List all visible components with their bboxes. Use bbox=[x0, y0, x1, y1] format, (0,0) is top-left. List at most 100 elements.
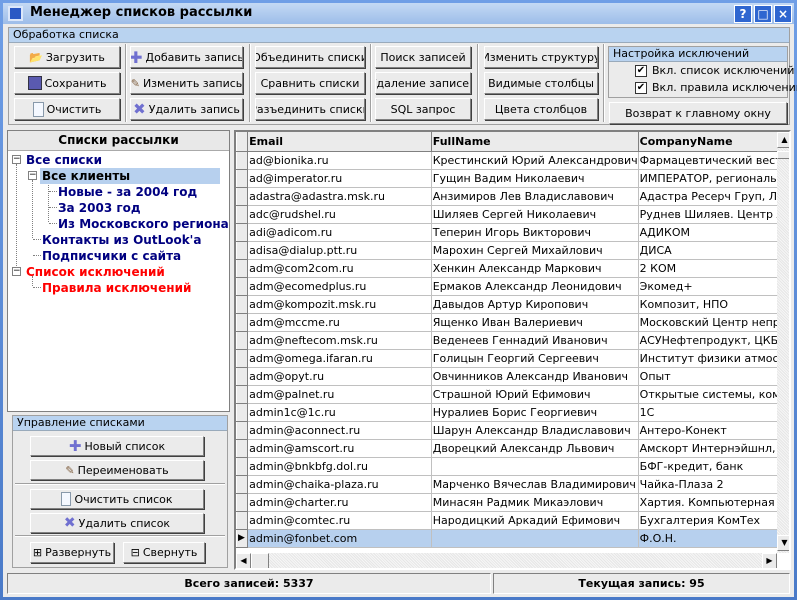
row-indicator[interactable] bbox=[236, 294, 249, 314]
tree-node-exclusion-list[interactable]: Список исключений bbox=[24, 264, 167, 280]
email-cell[interactable]: adm@com2com.ru bbox=[247, 259, 432, 278]
email-cell[interactable]: admin@fonbet.com bbox=[247, 529, 432, 548]
fullname-cell[interactable]: Теперин Игорь Викторович bbox=[431, 223, 639, 242]
email-cell[interactable]: adm@neftecom.msk.ru bbox=[247, 331, 432, 350]
row-indicator[interactable] bbox=[236, 258, 249, 278]
expand-button[interactable]: ⊞ Развернуть bbox=[30, 542, 114, 563]
companyname-cell[interactable]: Открытые системы, ком bbox=[638, 385, 789, 404]
row-indicator[interactable] bbox=[236, 492, 249, 512]
companyname-cell[interactable]: Антеро-Конект bbox=[638, 421, 789, 440]
table-row[interactable]: adm@kompozit.msk.ru Давыдов Артур Киропов… bbox=[236, 294, 789, 314]
companyname-cell[interactable]: Амскорт Интернэйшнл, О bbox=[638, 439, 789, 458]
email-cell[interactable]: ad@imperator.ru bbox=[247, 169, 432, 188]
fullname-cell[interactable] bbox=[431, 529, 639, 548]
row-indicator[interactable] bbox=[236, 186, 249, 206]
table-row[interactable]: admin@comtec.ru Народицкий Аркадий Ефимов… bbox=[236, 510, 789, 530]
collapse-button[interactable]: ⊟ Свернуть bbox=[123, 542, 205, 563]
row-indicator[interactable] bbox=[236, 474, 249, 494]
fullname-cell[interactable] bbox=[431, 457, 639, 476]
fullname-cell[interactable]: Шиляев Сергей Николаевич bbox=[431, 205, 639, 224]
tree-node-outlook-contacts[interactable]: Контакты из OutLook'a bbox=[40, 232, 203, 248]
scroll-up-button[interactable]: ▲ bbox=[777, 132, 789, 148]
split-lists-button[interactable]: Разъединить списки bbox=[255, 98, 365, 120]
table-row[interactable]: admin@aconnect.ru Шарун Александр Владисл… bbox=[236, 420, 789, 440]
row-indicator[interactable]: ▶ bbox=[236, 528, 249, 548]
fullname-cell[interactable]: Шарун Александр Владиславович bbox=[431, 421, 639, 440]
mailing-lists-tree[interactable]: Списки рассылки − − − Все списки Все кли… bbox=[7, 130, 230, 412]
tree-node-2003[interactable]: За 2003 год bbox=[56, 200, 143, 216]
email-cell[interactable]: admin@comtec.ru bbox=[247, 511, 432, 530]
fullname-cell[interactable]: Ященко Иван Валериевич bbox=[431, 313, 639, 332]
row-indicator[interactable] bbox=[236, 420, 249, 440]
table-row[interactable]: ad@imperator.ru Гущин Вадим Николаевич ИМП… bbox=[236, 168, 789, 188]
row-indicator[interactable] bbox=[236, 402, 249, 422]
tree-node-new-2004[interactable]: Новые - за 2004 год bbox=[56, 184, 199, 200]
companyname-cell[interactable]: ДИСА bbox=[638, 241, 789, 260]
email-cell[interactable]: ad@bionika.ru bbox=[247, 151, 432, 170]
fullname-cell[interactable]: Народицкий Аркадий Ефимович bbox=[431, 511, 639, 530]
fullname-cell[interactable]: Голицын Георгий Сергеевич bbox=[431, 349, 639, 368]
fullname-cell[interactable]: Крестинский Юрий Александрович bbox=[431, 151, 639, 170]
tree-node-all-lists[interactable]: Все списки bbox=[24, 152, 104, 168]
table-row[interactable]: adc@rudshel.ru Шиляев Сергей Николаевич Ру… bbox=[236, 204, 789, 224]
companyname-cell[interactable]: Опыт bbox=[638, 367, 789, 386]
companyname-cell[interactable]: Экомед+ bbox=[638, 277, 789, 296]
companyname-cell[interactable]: Московский Центр непр bbox=[638, 313, 789, 332]
row-indicator[interactable] bbox=[236, 150, 249, 170]
email-cell[interactable]: admin@amscort.ru bbox=[247, 439, 432, 458]
delete-list-button[interactable]: ✖ Удалить список bbox=[30, 513, 204, 533]
email-cell[interactable]: adm@kompozit.msk.ru bbox=[247, 295, 432, 314]
row-indicator[interactable] bbox=[236, 456, 249, 476]
email-cell[interactable]: adm@mccme.ru bbox=[247, 313, 432, 332]
companyname-cell[interactable]: Институт физики атмосф bbox=[638, 349, 789, 368]
scroll-down-button[interactable]: ▼ bbox=[777, 535, 789, 551]
maximize-button[interactable]: □ bbox=[754, 5, 772, 23]
tree-node-moscow-region[interactable]: Из Московского региона bbox=[56, 216, 231, 232]
collapse-toggle-icon[interactable]: − bbox=[12, 267, 21, 276]
table-row[interactable]: adm@mccme.ru Ященко Иван Валериевич Москов… bbox=[236, 312, 789, 332]
email-cell[interactable]: admin@chaika-plaza.ru bbox=[247, 475, 432, 494]
column-header-email[interactable]: Email bbox=[247, 132, 432, 152]
fullname-cell[interactable]: Овчинников Александр Иванович bbox=[431, 367, 639, 386]
email-cell[interactable]: adc@rudshel.ru bbox=[247, 205, 432, 224]
fullname-cell[interactable]: Веденеев Геннадий Иванович bbox=[431, 331, 639, 350]
companyname-cell[interactable]: 1С bbox=[638, 403, 789, 422]
email-cell[interactable]: admin@charter.ru bbox=[247, 493, 432, 512]
search-records-button[interactable]: Поиск записей bbox=[375, 46, 471, 68]
vertical-scroll-thumb[interactable] bbox=[777, 151, 789, 159]
delete-record-button[interactable]: ✖ Удалить запись bbox=[130, 98, 243, 120]
vertical-scrollbar[interactable] bbox=[777, 132, 789, 553]
new-list-button[interactable]: ✚ Новый список bbox=[30, 436, 204, 456]
load-button[interactable]: 📂 Загрузить bbox=[14, 46, 120, 68]
column-header-companyname[interactable]: CompanyName bbox=[638, 132, 789, 152]
table-row[interactable]: adm@neftecom.msk.ru Веденеев Геннадий Ива… bbox=[236, 330, 789, 350]
delete-records-button[interactable]: Удаление записей bbox=[375, 72, 471, 94]
table-row[interactable]: adi@adicom.ru Теперин Игорь Викторович АДИ… bbox=[236, 222, 789, 242]
table-row[interactable]: adm@ecomedplus.ru Ермаков Александр Леони… bbox=[236, 276, 789, 296]
records-grid[interactable]: Email FullName CompanyName ad@bionika.ru… bbox=[234, 130, 791, 570]
compare-lists-button[interactable]: Сравнить списки bbox=[255, 72, 365, 94]
tree-node-all-clients[interactable]: Все клиенты bbox=[40, 168, 220, 184]
email-cell[interactable]: admin1c@1c.ru bbox=[247, 403, 432, 422]
fullname-cell[interactable]: Анзимиров Лев Владиславович bbox=[431, 187, 639, 206]
exclusion-list-checkbox[interactable]: ✔ Вкл. список исключений bbox=[635, 64, 794, 77]
row-indicator[interactable] bbox=[236, 312, 249, 332]
companyname-cell[interactable]: АСУНефтепродукт, ЦКБ bbox=[638, 331, 789, 350]
companyname-cell[interactable]: Адастра Ресерч Груп, ЛТ bbox=[638, 187, 789, 206]
fullname-cell[interactable]: Дворецкий Александр Львович bbox=[431, 439, 639, 458]
help-button[interactable]: ? bbox=[734, 5, 752, 23]
row-indicator[interactable] bbox=[236, 510, 249, 530]
row-indicator[interactable] bbox=[236, 366, 249, 386]
column-header-fullname[interactable]: FullName bbox=[431, 132, 639, 152]
email-cell[interactable]: adastra@adastra.msk.ru bbox=[247, 187, 432, 206]
row-indicator[interactable] bbox=[236, 276, 249, 296]
row-indicator[interactable] bbox=[236, 438, 249, 458]
table-row[interactable]: adisa@dialup.ptt.ru Марохин Сергей Михайл… bbox=[236, 240, 789, 260]
companyname-cell[interactable]: Руднев Шиляев. Центр А bbox=[638, 205, 789, 224]
fullname-cell[interactable]: Страшной Юрий Ефимович bbox=[431, 385, 639, 404]
change-structure-button[interactable]: Изменить структуру bbox=[484, 46, 598, 68]
clear-list-button[interactable]: Очистить список bbox=[30, 489, 204, 509]
companyname-cell[interactable]: Композит, НПО bbox=[638, 295, 789, 314]
companyname-cell[interactable]: Фармацевтический вест bbox=[638, 151, 789, 170]
tree-node-site-subscribers[interactable]: Подписчики с сайта bbox=[40, 248, 183, 264]
